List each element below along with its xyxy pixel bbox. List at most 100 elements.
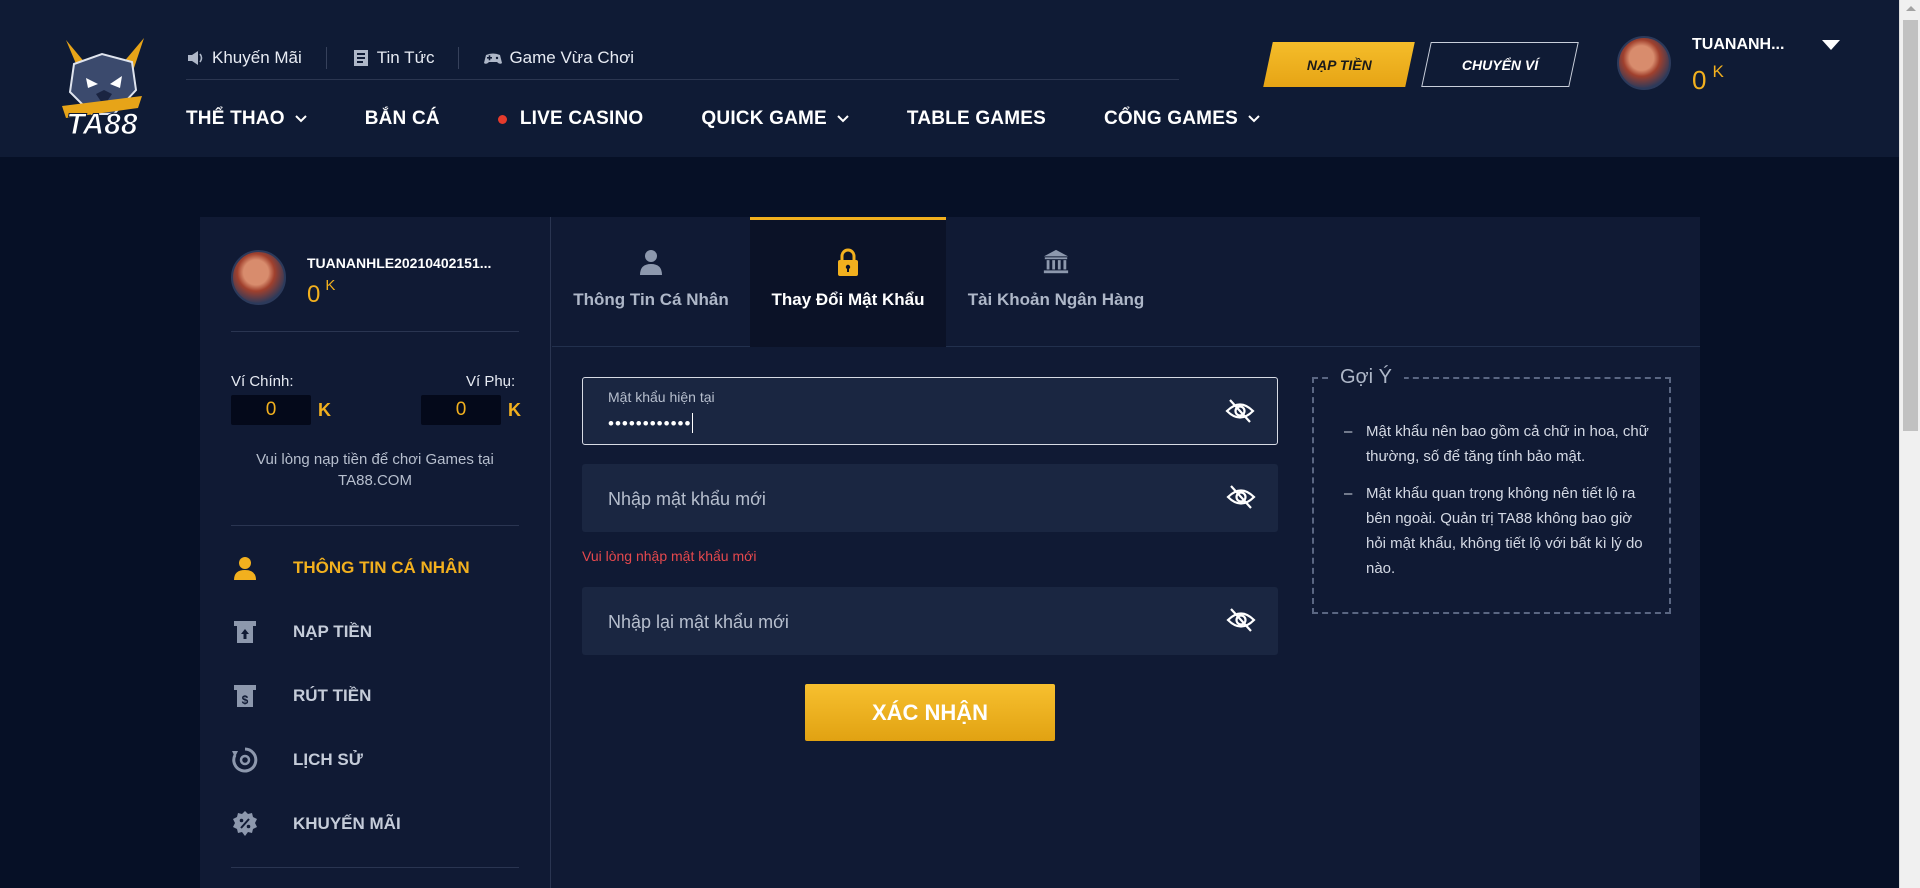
sidebar-item-nap-tien[interactable]: NẠP TIỀN bbox=[231, 618, 372, 646]
confirm-password-placeholder: Nhập lại mật khẩu mới bbox=[608, 612, 789, 632]
hint-item: Mật khẩu quan trọng không nên tiết lộ ra… bbox=[1344, 481, 1652, 581]
lock-icon bbox=[838, 248, 858, 276]
wolf-logo-icon: TA88 bbox=[62, 38, 144, 142]
main-wallet-unit: K bbox=[318, 400, 331, 420]
sub-wallet-label: Ví Phụ: bbox=[466, 373, 516, 390]
sub-wallet-unit: K bbox=[508, 400, 521, 420]
tab-label: Thay Đổi Mật Khẩu bbox=[771, 290, 925, 309]
deposit-note: Vui lòng nạp tiền để chơi Games tại TA88… bbox=[256, 451, 494, 489]
deposit-button[interactable]: NẠP TIỀN bbox=[1263, 42, 1415, 87]
avatar bbox=[231, 250, 286, 305]
account-tabs: Thông Tin Cá Nhân Thay Đổi Mật Khẩu Tài … bbox=[552, 217, 1700, 347]
sidebar-item-label: NẠP TIỀN bbox=[293, 622, 373, 641]
top-link-label: Game Vừa Chơi bbox=[509, 47, 635, 67]
sidebar-item-lich-su[interactable]: LỊCH SỬ bbox=[231, 746, 363, 774]
eye-slash-icon[interactable] bbox=[1226, 484, 1256, 510]
sidebar-item-khuyen-mai[interactable]: KHUYẾN MÃI bbox=[231, 810, 401, 838]
confirm-password-field[interactable]: Nhập lại mật khẩu mới bbox=[582, 587, 1278, 655]
tab-thay-doi-mat-khau[interactable]: Thay Đổi Mật Khẩu bbox=[750, 217, 946, 347]
nav-label: LIVE CASINO bbox=[519, 108, 644, 129]
scroll-thumb[interactable] bbox=[1903, 20, 1918, 431]
nav-label: CỔNG GAMES bbox=[1104, 108, 1238, 129]
nav-the-thao[interactable]: THỂ THAO bbox=[186, 108, 307, 130]
nav-ban-ca[interactable]: BẮN CÁ bbox=[365, 108, 440, 130]
gamepad-icon bbox=[484, 53, 503, 64]
nav-cong-games[interactable]: CỔNG GAMES bbox=[1104, 108, 1260, 130]
chevron-down-icon bbox=[837, 115, 849, 123]
transfer-wallet-button[interactable]: CHUYỂN VÍ bbox=[1421, 42, 1579, 87]
nav-label: THỂ THAO bbox=[186, 108, 285, 129]
avatar[interactable] bbox=[1617, 36, 1671, 90]
sidebar-balance-unit: K bbox=[325, 277, 336, 294]
chevron-down-icon bbox=[295, 115, 307, 123]
text-caret bbox=[692, 413, 694, 433]
divider bbox=[231, 331, 519, 332]
user-icon bbox=[640, 250, 662, 275]
hint-list: Mật khẩu nên bao gồm cả chữ in hoa, chữ … bbox=[1344, 419, 1652, 593]
header-balance-value: 0 bbox=[1692, 65, 1707, 95]
current-password-label: Mật khẩu hiện tại bbox=[608, 389, 715, 405]
sidebar-item-label: THÔNG TIN CÁ NHÂN bbox=[293, 558, 470, 577]
hint-item: Mật khẩu nên bao gồm cả chữ in hoa, chữ … bbox=[1344, 419, 1652, 469]
nav-label: BẮN CÁ bbox=[364, 108, 440, 129]
withdraw-icon: $ bbox=[234, 685, 256, 707]
main-wallet-value: 0 bbox=[231, 395, 311, 425]
deposit-button-label: NẠP TIỀN bbox=[1306, 56, 1372, 73]
main-nav: THỂ THAO BẮN CÁ LIVE CASINO QUICK GAME T… bbox=[186, 103, 1318, 135]
new-password-error: Vui lòng nhập mật khẩu mới bbox=[582, 548, 757, 564]
nav-table-games[interactable]: TABLE GAMES bbox=[907, 108, 1046, 130]
sidebar-balance-value: 0 bbox=[307, 281, 321, 308]
tab-label: Thông Tin Cá Nhân bbox=[573, 290, 729, 309]
tab-thong-tin-ca-nhan[interactable]: Thông Tin Cá Nhân bbox=[552, 217, 750, 347]
nav-quick-game[interactable]: QUICK GAME bbox=[701, 108, 849, 130]
sidebar-item-label: LỊCH SỬ bbox=[293, 750, 363, 769]
user-menu-caret-icon[interactable] bbox=[1822, 40, 1840, 50]
header-balance: 0K bbox=[1692, 62, 1724, 96]
tab-label: Tài Khoản Ngân Hàng bbox=[967, 290, 1145, 309]
sub-wallet-value: 0 bbox=[421, 395, 501, 425]
promotion-icon bbox=[233, 811, 257, 836]
page-scrollbar[interactable] bbox=[1899, 0, 1920, 888]
live-dot-icon bbox=[497, 114, 507, 124]
current-password-value: •••••••••••• bbox=[608, 413, 694, 434]
top-link-khuyen-mai[interactable]: Khuyến Mãi bbox=[186, 46, 327, 69]
current-password-field[interactable]: Mật khẩu hiện tại •••••••••••• bbox=[582, 377, 1278, 445]
deposit-icon bbox=[234, 621, 256, 643]
nav-live-casino[interactable]: LIVE CASINO bbox=[497, 108, 644, 130]
eye-slash-icon[interactable] bbox=[1225, 398, 1255, 424]
top-link-game-vua-choi[interactable]: Game Vừa Chơi bbox=[483, 47, 658, 69]
sidebar-item-thong-tin[interactable]: THÔNG TIN CÁ NHÂN bbox=[231, 554, 470, 582]
account-sidebar: TUANANHLE20210402151... 0K Ví Chính: 0 K… bbox=[200, 217, 551, 888]
password-hint-box: Mật khẩu nên bao gồm cả chữ in hoa, chữ … bbox=[1312, 377, 1671, 614]
eye-slash-icon[interactable] bbox=[1226, 607, 1256, 633]
bank-icon bbox=[1043, 249, 1069, 274]
history-icon bbox=[232, 747, 258, 773]
top-link-tin-tuc[interactable]: Tin Tức bbox=[351, 46, 460, 69]
nav-label: QUICK GAME bbox=[701, 108, 827, 129]
sidebar-item-label: RÚT TIỀN bbox=[293, 686, 372, 705]
top-link-label: Khuyến Mãi bbox=[212, 47, 302, 67]
svg-text:$: $ bbox=[242, 693, 249, 707]
sidebar-balance: 0K bbox=[307, 277, 335, 309]
submit-button[interactable]: XÁC NHẬN bbox=[805, 684, 1055, 741]
site-logo[interactable]: TA88 bbox=[52, 34, 152, 142]
header-balance-unit: K bbox=[1712, 62, 1724, 81]
news-icon bbox=[353, 49, 368, 66]
new-password-field[interactable]: Nhập mật khẩu mới bbox=[582, 464, 1278, 532]
site-header: TA88 Khuyến Mãi Tin Tức Game Vừa Chơi TH… bbox=[0, 0, 1899, 157]
hint-title: Gợi Ý bbox=[1328, 366, 1405, 389]
header-username: TUANANH... bbox=[1692, 36, 1785, 53]
sidebar-item-rut-tien[interactable]: $ RÚT TIỀN bbox=[231, 682, 371, 710]
svg-text:TA88: TA88 bbox=[66, 108, 137, 140]
chevron-down-icon bbox=[1248, 115, 1260, 123]
divider bbox=[231, 867, 519, 868]
account-panel: TUANANHLE20210402151... 0K Ví Chính: 0 K… bbox=[200, 217, 1700, 888]
megaphone-icon bbox=[188, 50, 203, 65]
divider bbox=[231, 525, 519, 526]
main-wallet-label: Ví Chính: bbox=[231, 373, 294, 390]
tab-tai-khoan-ngan-hang[interactable]: Tài Khoản Ngân Hàng bbox=[946, 217, 1166, 347]
nav-label: TABLE GAMES bbox=[906, 108, 1046, 129]
user-icon bbox=[234, 557, 256, 580]
scroll-up-icon[interactable] bbox=[1906, 6, 1916, 11]
sidebar-item-label: KHUYẾN MÃI bbox=[293, 814, 401, 833]
